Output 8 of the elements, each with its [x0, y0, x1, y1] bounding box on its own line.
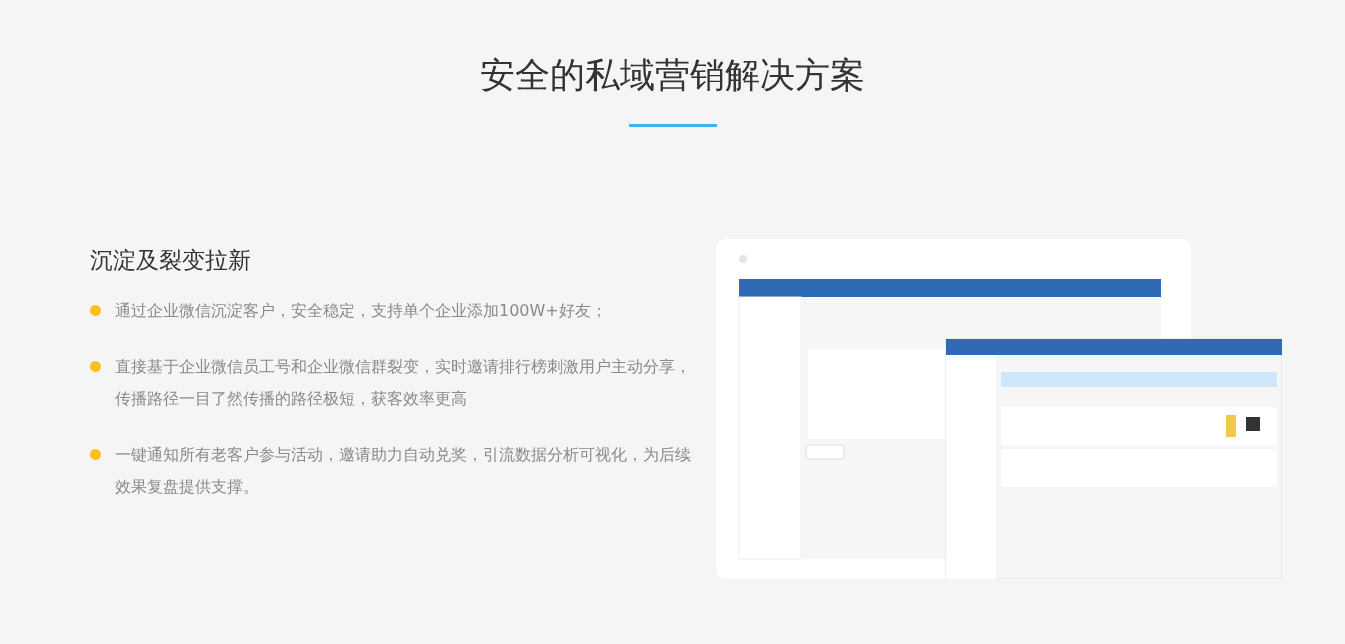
- feature-text: 一键通知所有老客户参与活动，邀请助力自动兑奖，引流数据分析可视化，为后续效果复盘提供支撑。: [115, 444, 692, 498]
- feature-text: 通过企业微信沉淀客户，安全稳定，支持单个企业添加100W+好友；: [115, 300, 608, 322]
- bullet-dot: [90, 361, 101, 372]
- bullet-dot: [90, 305, 101, 316]
- page-title: 安全的私域营销解决方案: [480, 54, 865, 97]
- bullet-dot: [90, 449, 101, 460]
- feature-text: 直接基于企业微信员工号和企业微信群裂变，实时邀请排行榜刺激用户主动分享，传播路径一目了然传播的路径极短，获客效率更高: [115, 356, 692, 410]
- section-heading: 沉淀及裂变拉新: [90, 246, 252, 275]
